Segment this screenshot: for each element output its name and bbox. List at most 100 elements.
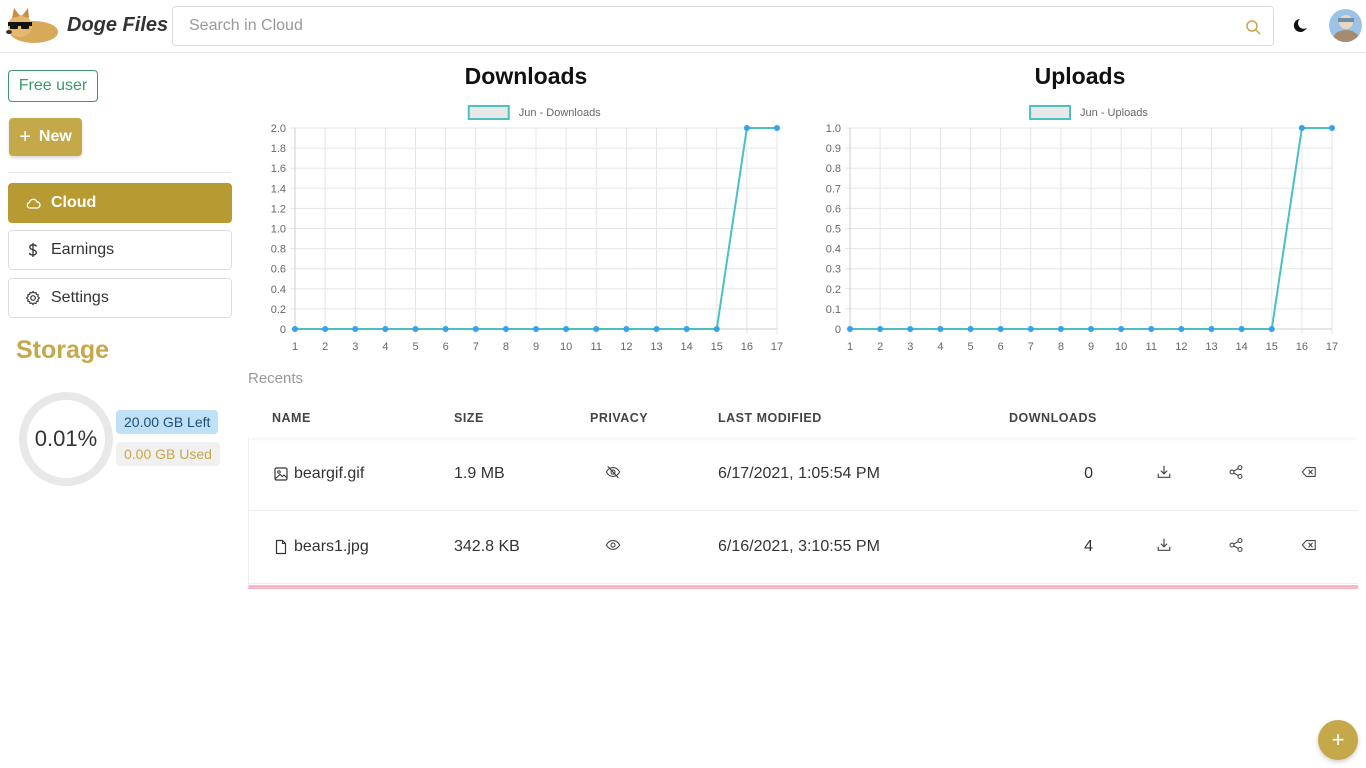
data-point [907, 326, 914, 332]
file-name-cell[interactable]: beargif.gif [273, 465, 364, 483]
x-tick-label: 16 [1296, 341, 1308, 353]
search-icon[interactable] [1245, 19, 1261, 35]
eye-off-icon[interactable] [605, 464, 621, 480]
delete-icon[interactable] [1301, 537, 1317, 553]
data-point [937, 326, 944, 332]
x-tick-label: 5 [412, 341, 418, 353]
sidebar-item-label: Cloud [51, 194, 97, 211]
plan-badge[interactable]: Free user [8, 70, 98, 102]
column-header-size[interactable]: SIZE [454, 411, 484, 425]
data-point [1148, 326, 1155, 332]
x-tick-label: 11 [591, 341, 602, 353]
sidebar-item-cloud[interactable]: Cloud [8, 183, 232, 223]
recents-table: NAME SIZE PRIVACY LAST MODIFIED DOWNLOAD… [248, 400, 1358, 584]
y-tick-label: 1.4 [271, 183, 286, 195]
y-tick-label: 0.7 [826, 183, 841, 195]
file-name-cell[interactable]: bears1.jpg [273, 538, 369, 556]
legend-label: Jun - Uploads [1080, 107, 1148, 119]
file-icon [275, 539, 287, 555]
x-tick-label: 3 [352, 341, 358, 353]
y-tick-label: 0.6 [271, 264, 286, 276]
data-point [292, 326, 298, 332]
sidebar-item-label: Settings [51, 289, 109, 306]
search-input[interactable] [189, 17, 1229, 35]
data-point [1298, 125, 1305, 131]
share-icon[interactable] [1228, 537, 1244, 553]
file-name: bears1.jpg [294, 538, 369, 555]
y-tick-label: 0.2 [826, 284, 841, 296]
x-tick-label: 17 [1326, 341, 1338, 353]
table-row[interactable]: bears1.jpg 342.8 KB 6/16/2021, 3:10:55 P… [248, 511, 1358, 584]
plus-icon: + [19, 126, 31, 148]
data-point [1329, 125, 1335, 131]
column-header-downloads[interactable]: DOWNLOADS [1009, 411, 1097, 425]
data-point [382, 326, 389, 332]
x-tick-label: 16 [741, 341, 753, 353]
x-tick-label: 2 [877, 341, 883, 353]
x-tick-label: 8 [503, 341, 509, 353]
data-point [1027, 326, 1034, 332]
new-button-label: New [38, 128, 72, 145]
data-point [322, 326, 329, 332]
file-name: beargif.gif [294, 465, 365, 482]
sidebar-item-label: Earnings [51, 241, 115, 258]
x-tick-label: 2 [322, 341, 328, 353]
sidebar-item-earnings[interactable]: Earnings [8, 230, 232, 270]
storage-title: Storage [16, 336, 110, 364]
user-avatar-icon [1329, 9, 1362, 42]
data-point [877, 326, 884, 332]
search-bar[interactable] [172, 6, 1274, 46]
gear-icon [25, 290, 41, 306]
table-row[interactable]: beargif.gif 1.9 MB 6/17/2021, 1:05:54 PM… [248, 438, 1358, 511]
sidebar-item-settings[interactable]: Settings [8, 278, 232, 318]
y-tick-label: 2.0 [271, 123, 286, 135]
uploads-chart: 00.10.20.30.40.50.60.70.80.91.01 2 3 4 5 6 7 8 9… [826, 105, 1338, 353]
y-tick-label: 0.4 [826, 244, 841, 256]
x-tick-label: 9 [1088, 341, 1094, 353]
eye-icon[interactable] [605, 537, 621, 553]
data-point [847, 326, 853, 332]
x-tick-label: 10 [560, 341, 572, 353]
data-point [997, 326, 1004, 332]
data-point [967, 326, 974, 332]
moon-icon[interactable] [1292, 17, 1310, 35]
column-header-modified[interactable]: LAST MODIFIED [718, 411, 822, 425]
dollar-icon [28, 243, 38, 257]
x-tick-label: 4 [937, 341, 943, 353]
x-tick-label: 9 [533, 341, 539, 353]
y-tick-label: 0.6 [826, 203, 841, 215]
y-tick-label: 0 [280, 324, 286, 336]
legend-swatch [1029, 105, 1072, 120]
legend-swatch [467, 105, 510, 120]
delete-icon[interactable] [1301, 464, 1317, 480]
data-point [683, 326, 690, 332]
x-tick-label: 4 [382, 341, 388, 353]
avatar[interactable] [1329, 9, 1362, 42]
y-tick-label: 1.0 [826, 123, 841, 135]
download-icon[interactable] [1156, 537, 1172, 553]
data-point [352, 326, 359, 332]
downloads-chart: 00.20.40.60.81.01.21.41.61.82.01 2 3 4 5 6 7 8 9… [271, 105, 783, 353]
sidebar-divider [8, 172, 231, 173]
x-tick-label: 12 [620, 341, 632, 353]
data-point [472, 326, 479, 332]
x-tick-label: 3 [907, 341, 913, 353]
y-tick-label: 1.0 [271, 224, 286, 236]
downloads-chart-title: Downloads [464, 63, 588, 89]
column-header-privacy[interactable]: PRIVACY [590, 411, 648, 425]
file-modified: 6/16/2021, 3:10:55 PM [718, 538, 880, 555]
y-tick-label: 1.6 [271, 163, 286, 175]
storage-used-badge: 0.00 GB Used [116, 442, 220, 466]
new-button[interactable]: + New [9, 118, 82, 156]
y-tick-label: 0.2 [271, 304, 286, 316]
cloud-icon [26, 198, 41, 209]
column-header-name[interactable]: NAME [272, 411, 311, 425]
share-icon[interactable] [1228, 464, 1244, 480]
data-point [1268, 326, 1275, 332]
file-downloads: 4 [1084, 538, 1093, 555]
app-logo[interactable] [4, 6, 62, 46]
floating-add-button[interactable]: + [1318, 720, 1358, 760]
download-icon[interactable] [1156, 464, 1172, 480]
x-tick-label: 14 [681, 341, 693, 353]
table-header: NAME SIZE PRIVACY LAST MODIFIED DOWNLOAD… [248, 400, 1358, 438]
